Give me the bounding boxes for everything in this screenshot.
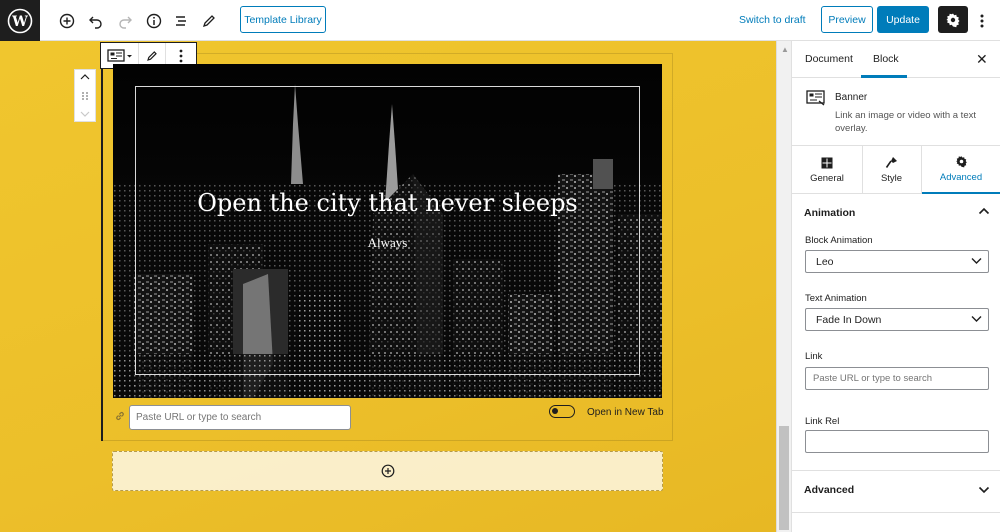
open-new-tab-label: Open in New Tab <box>587 407 664 418</box>
panel-divider <box>792 470 1000 471</box>
banner-title[interactable]: Open the city that never sleeps <box>113 189 662 217</box>
settings-gear-button[interactable] <box>938 6 968 33</box>
banner-block[interactable]: Open the city that never sleeps Always <box>113 64 662 398</box>
block-settings-tabs: General Style Advanced <box>792 146 1000 194</box>
panel-divider <box>792 512 1000 513</box>
chevron-down-icon <box>971 258 982 264</box>
link-label: Link <box>805 351 823 362</box>
redo-icon[interactable] <box>115 11 135 31</box>
scrollbar-thumb[interactable] <box>779 426 789 530</box>
chevron-down-icon <box>971 316 982 322</box>
gear-icon <box>955 156 967 168</box>
block-mover <box>74 69 96 122</box>
banner-subtitle[interactable]: Always <box>113 235 662 251</box>
gear-icon <box>946 13 960 27</box>
close-sidebar-icon[interactable]: ✕ <box>976 51 988 68</box>
block-description: Link an image or video with a text overl… <box>835 110 976 134</box>
banner-block-icon <box>806 90 826 109</box>
banner-inner-border <box>135 86 640 375</box>
animation-panel-heading[interactable]: Animation <box>804 207 855 219</box>
svg-text:W: W <box>11 14 28 30</box>
text-animation-select[interactable]: Fade In Down <box>805 308 989 331</box>
tab-block[interactable]: Block <box>873 53 899 65</box>
block-animation-select[interactable]: Leo <box>805 250 989 273</box>
banner-block-icon <box>106 48 132 62</box>
drag-handle-icon[interactable] <box>81 91 89 101</box>
link-icon <box>114 410 126 425</box>
table-icon <box>821 157 833 168</box>
banner-url-input[interactable] <box>129 405 351 430</box>
update-button[interactable]: Update <box>877 6 929 33</box>
tab-document[interactable]: Document <box>805 53 853 65</box>
link-rel-input[interactable] <box>805 430 989 453</box>
undo-icon[interactable] <box>86 11 106 31</box>
block-animation-value: Leo <box>816 255 834 268</box>
chevron-down-icon[interactable] <box>978 485 990 497</box>
move-up-icon[interactable] <box>80 73 90 81</box>
text-animation-label: Text Animation <box>805 293 867 304</box>
preview-button[interactable]: Preview <box>821 6 873 33</box>
open-new-tab-toggle[interactable] <box>549 405 575 418</box>
block-appender[interactable] <box>112 451 663 491</box>
text-animation-value: Fade In Down <box>816 313 882 326</box>
tab-style[interactable]: Style <box>862 146 921 194</box>
switch-to-draft-button[interactable]: Switch to draft <box>739 14 806 26</box>
tab-advanced[interactable]: Advanced <box>921 146 1000 194</box>
template-library-button[interactable]: Template Library <box>240 6 326 33</box>
tab-advanced-label: Advanced <box>939 172 983 183</box>
edit-pencil-icon[interactable] <box>199 11 219 31</box>
list-view-icon[interactable] <box>171 11 191 31</box>
move-down-icon[interactable] <box>80 110 90 118</box>
selected-block-indicator <box>101 53 103 441</box>
add-block-icon[interactable] <box>57 11 77 31</box>
advanced-panel-heading[interactable]: Advanced <box>804 484 854 496</box>
tab-general[interactable]: General <box>792 146 862 194</box>
sidebar-tabs: Document Block ✕ <box>792 41 1000 78</box>
link-rel-label: Link Rel <box>805 416 840 427</box>
link-input[interactable]: Paste URL or type to search <box>805 367 989 390</box>
canvas-scrollbar[interactable]: ▲ <box>776 41 791 532</box>
block-card: Banner Link an image or video with a tex… <box>792 78 1000 146</box>
chevron-up-icon[interactable] <box>978 206 990 218</box>
toggle-knob <box>552 408 558 414</box>
tab-general-label: General <box>810 172 844 184</box>
settings-sidebar: Document Block ✕ Banner Link an image or… <box>791 41 1000 532</box>
add-block-icon <box>381 464 394 478</box>
tab-separator <box>862 146 863 194</box>
scroll-up-arrow-icon[interactable]: ▲ <box>781 45 789 54</box>
editor-header: W Template Library Switch to draft Previ… <box>0 0 1000 41</box>
link-input-placeholder: Paste URL or type to search <box>813 373 932 384</box>
brush-icon <box>885 157 897 168</box>
block-animation-label: Block Animation <box>805 235 873 246</box>
block-name: Banner <box>835 92 868 103</box>
info-icon[interactable] <box>144 11 164 31</box>
tab-separator <box>921 146 922 194</box>
tab-style-label: Style <box>880 173 903 184</box>
more-options-icon[interactable] <box>972 11 992 31</box>
wordpress-logo-icon[interactable]: W <box>0 0 40 41</box>
